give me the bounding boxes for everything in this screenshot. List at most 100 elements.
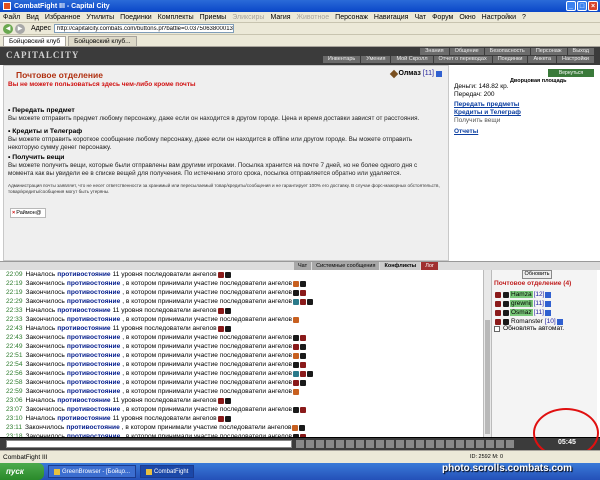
- player-icon[interactable]: [217, 271, 224, 278]
- player-icon[interactable]: [217, 307, 224, 314]
- toolbar-icon[interactable]: [336, 440, 344, 448]
- player-icon[interactable]: [292, 406, 299, 413]
- menu-item[interactable]: Приемы: [200, 14, 227, 21]
- toolbar-icon[interactable]: [486, 440, 494, 448]
- toolbar-icon[interactable]: [426, 440, 434, 448]
- game-nav-item[interactable]: Настройки: [557, 56, 594, 63]
- player-icon[interactable]: [299, 298, 306, 305]
- return-button[interactable]: Вернуться: [548, 69, 594, 77]
- player-icon[interactable]: [224, 271, 231, 278]
- menu-item[interactable]: Поединки: [120, 14, 152, 21]
- taskbar-item[interactable]: CombatFight: [140, 465, 195, 478]
- tab-chat[interactable]: Чат: [294, 262, 312, 270]
- player-icon[interactable]: [292, 424, 299, 431]
- game-nav-item[interactable]: Умения: [361, 56, 391, 63]
- player-icon[interactable]: [224, 397, 231, 404]
- player-icon[interactable]: [299, 379, 306, 386]
- menu-item[interactable]: Настройки: [482, 14, 516, 21]
- game-nav-item[interactable]: Мой Скролл: [391, 56, 433, 63]
- info-icon[interactable]: [544, 309, 551, 316]
- menu-item[interactable]: Вид: [26, 14, 39, 21]
- game-nav-item[interactable]: Безопасность: [484, 48, 530, 55]
- transfer-items-link[interactable]: Передать предметы: [454, 101, 519, 109]
- forward-icon[interactable]: ▶: [15, 23, 25, 34]
- player-icon[interactable]: [292, 352, 299, 359]
- rabbit-link[interactable]: × Раймон@: [10, 208, 46, 218]
- reports-link[interactable]: Отчеты: [454, 128, 478, 136]
- info-icon[interactable]: [436, 70, 442, 77]
- receive-items-text[interactable]: Получить вещи: [454, 117, 500, 125]
- online-user[interactable]: grewnij [11]: [494, 299, 551, 308]
- chat-input[interactable]: [6, 440, 292, 448]
- menu-item[interactable]: Эликсиры: [232, 14, 264, 21]
- info-icon[interactable]: [556, 318, 563, 325]
- player-icon[interactable]: [299, 406, 306, 413]
- online-user-name[interactable]: Hamza: [510, 291, 533, 298]
- toolbar-icon[interactable]: [416, 440, 424, 448]
- minimize-button[interactable]: _: [566, 1, 576, 11]
- player-icon[interactable]: [292, 379, 299, 386]
- maximize-button[interactable]: □: [577, 1, 587, 11]
- online-user[interactable]: Osmaz [11]: [494, 308, 551, 317]
- scroll-thumb[interactable]: [485, 320, 490, 434]
- tab-log[interactable]: Лог: [421, 262, 438, 270]
- player-icon[interactable]: [292, 298, 299, 305]
- menu-item[interactable]: Избранное: [45, 14, 80, 21]
- game-nav-item[interactable]: Инвентарь: [322, 56, 361, 63]
- back-icon[interactable]: ◀: [3, 23, 13, 34]
- player-icon[interactable]: [292, 334, 299, 341]
- player-icon[interactable]: [217, 415, 224, 422]
- online-user-name[interactable]: Romanster: [510, 318, 544, 325]
- player-icon[interactable]: [299, 424, 306, 431]
- player-icon[interactable]: [299, 361, 306, 368]
- location-link[interactable]: Дворцовая площадь: [510, 78, 567, 84]
- toolbar-icon[interactable]: [506, 440, 514, 448]
- toolbar-icon[interactable]: [326, 440, 334, 448]
- menu-item[interactable]: Животное: [297, 14, 330, 21]
- player-icon[interactable]: [299, 289, 306, 296]
- game-nav-item[interactable]: Поединки: [492, 56, 528, 63]
- menu-item[interactable]: Чат: [414, 14, 426, 21]
- player-icon[interactable]: [306, 370, 313, 377]
- info-icon[interactable]: [545, 291, 552, 298]
- online-user-name[interactable]: Osmaz: [510, 309, 533, 316]
- toolbar-icon[interactable]: [366, 440, 374, 448]
- refresh-button[interactable]: Обновить: [522, 270, 552, 279]
- toolbar-icon[interactable]: [466, 440, 474, 448]
- game-nav-item[interactable]: Общение: [449, 48, 484, 55]
- browser-tab[interactable]: Бойцовский клуб...: [68, 36, 137, 46]
- menu-item[interactable]: Навигация: [374, 14, 409, 21]
- game-nav-item[interactable]: Персонаж: [530, 48, 567, 55]
- chat-scrollbar[interactable]: [483, 270, 491, 437]
- auto-refresh-checkbox[interactable]: [494, 325, 500, 332]
- toolbar-icon[interactable]: [306, 440, 314, 448]
- player-icon[interactable]: [299, 352, 306, 359]
- toolbar-icon[interactable]: [476, 440, 484, 448]
- game-nav-item[interactable]: Анкета: [528, 56, 557, 63]
- menu-item[interactable]: Файл: [3, 14, 20, 21]
- game-nav-item[interactable]: Знания: [420, 48, 449, 55]
- player-icon[interactable]: [292, 280, 299, 287]
- menu-item[interactable]: Магия: [270, 14, 290, 21]
- player-icon[interactable]: [224, 307, 231, 314]
- online-user-name[interactable]: grewnij: [510, 300, 533, 307]
- player-icon[interactable]: [224, 325, 231, 332]
- menu-item[interactable]: ?: [522, 14, 526, 21]
- toolbar-icon[interactable]: [456, 440, 464, 448]
- player-icon[interactable]: [217, 397, 224, 404]
- toolbar-icon[interactable]: [406, 440, 414, 448]
- toolbar-icon[interactable]: [396, 440, 404, 448]
- online-user[interactable]: Hamza [12]: [494, 290, 552, 299]
- menu-item[interactable]: Персонаж: [335, 14, 368, 21]
- player-icon[interactable]: [292, 343, 299, 350]
- toolbar-icon[interactable]: [296, 440, 304, 448]
- player-icon[interactable]: [292, 370, 299, 377]
- tab-conflicts[interactable]: Конфликты: [380, 262, 421, 270]
- game-nav-item[interactable]: Выход: [567, 48, 594, 55]
- auto-refresh[interactable]: Обновлять автомат.: [494, 325, 564, 332]
- toolbar-icon[interactable]: [356, 440, 364, 448]
- player-icon[interactable]: [299, 280, 306, 287]
- tab-system[interactable]: Системные сообщения: [312, 262, 380, 270]
- info-icon[interactable]: [544, 300, 551, 307]
- close-button[interactable]: ×: [588, 1, 598, 11]
